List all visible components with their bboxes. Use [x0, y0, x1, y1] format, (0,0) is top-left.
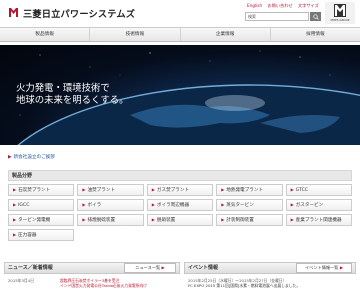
arrow-right-icon: ▶ [13, 217, 17, 222]
product-label: ガスタービン [295, 203, 324, 208]
product-label: タービン発電機 [18, 218, 51, 223]
product-fgd[interactable]: ▶ 排煙脱硫装置 [77, 214, 144, 226]
contact-link[interactable]: お問い合わせ [267, 3, 292, 8]
arrow-right-icon: ▶ [82, 187, 86, 192]
product-gtcc[interactable]: ▶ GTCC [285, 184, 352, 196]
product-control[interactable]: ▶ 計装制御装置 [216, 214, 283, 226]
arrow-right-icon: ▶ [151, 217, 155, 222]
product-label: GTCC [295, 188, 309, 193]
hero-banner[interactable]: 火力発電・環境技術で 地球の未来を明るくする。 [0, 45, 360, 145]
nav-company[interactable]: 企業情報 [181, 28, 271, 41]
product-pressure-vessel[interactable]: ▶ 圧力容器 [8, 229, 75, 241]
arrow-right-icon: ▶ [221, 202, 225, 207]
arrow-right-icon: ▶ [13, 187, 17, 192]
product-coal[interactable]: ▶ 石炭焚プラント [8, 184, 75, 196]
arrow-right-icon: ▶ [161, 265, 165, 270]
arrow-right-icon: ▶ [290, 217, 294, 222]
site-header: 三菱日立パワーシステムズ English お問い合わせ 文字サイズ 検索 MHP… [0, 0, 360, 26]
product-label: 圧力容器 [18, 233, 37, 238]
product-label: 蒸気タービン [226, 203, 254, 208]
group-logo-text: MHPS GROUP [330, 18, 350, 22]
product-label: 脱硝装置 [156, 218, 176, 223]
product-turbine-generator[interactable]: ▶ タービン発電機 [8, 214, 75, 226]
notice-link[interactable]: ▶ 新会社設立のご挨拶 [8, 154, 55, 160]
product-industrial[interactable]: ▶ 産業プラント関連機器 [285, 214, 352, 226]
events-list-label: イベント情報一覧 [304, 265, 339, 270]
product-label: 産業プラント関連機器 [295, 218, 342, 223]
event-text: FC EXPO 2015 第11回[国際]水素・燃料電池展へ出展しました。 [188, 283, 301, 288]
global-nav: 製品情報 技術情報 企業情報 採用情報 [0, 27, 360, 42]
arrow-right-icon: ▶ [221, 187, 225, 192]
search-button[interactable] [310, 12, 321, 21]
hero-line-2: 地球の未来を明るくする。 [16, 95, 129, 106]
event-item[interactable]: 2015年2月25日（水曜日）～2015年2月27日（金曜日） FC EXPO … [188, 278, 300, 288]
hero-line-1: 火力発電・環境技術で [16, 83, 110, 94]
product-label: ガス焚プラント [156, 188, 190, 193]
product-oil[interactable]: ▶ 油焚プラント [77, 184, 144, 196]
product-label: 油焚プラント [87, 188, 116, 193]
products-title: 製品分野 [12, 173, 33, 179]
events-title: イベント情報 [188, 265, 219, 271]
arrow-right-icon: ▶ [82, 217, 86, 222]
hero-tagline: 火力発電・環境技術で 地球の未来を明るくする。 [16, 83, 129, 107]
nav-products[interactable]: 製品情報 [0, 28, 91, 41]
arrow-right-icon: ▶ [82, 202, 86, 207]
product-label: 地熱発電プラント [226, 188, 264, 193]
product-geothermal[interactable]: ▶ 地熱発電プラント [216, 184, 283, 196]
product-label: ボイラ [87, 203, 102, 208]
utility-links: English お問い合わせ 文字サイズ [247, 3, 323, 9]
product-gas[interactable]: ▶ ガス焚プラント [146, 184, 214, 196]
search-input[interactable]: 検索 [245, 12, 309, 21]
news-date: 2015年3月4日 [8, 278, 34, 283]
events-list-button[interactable]: イベント情報一覧 ▶ [296, 263, 352, 273]
arrow-right-icon: ▶ [13, 202, 17, 207]
news-line-2: インド国営火力発電公社Tanda石炭火力発電所向け [60, 283, 148, 288]
product-label: 計装制御装置 [226, 218, 254, 223]
brand-name[interactable]: 三菱日立パワーシステムズ [23, 6, 135, 20]
news-list-button[interactable]: ニュース一覧 ▶ [124, 263, 176, 273]
product-label: IGCC [18, 203, 30, 208]
arrow-right-icon: ▶ [8, 155, 12, 160]
product-steam-turbine[interactable]: ▶ 蒸気タービン [216, 199, 283, 211]
news-item[interactable]: 2015年3月4日 [8, 278, 34, 283]
arrow-right-icon: ▶ [151, 187, 155, 192]
product-igcc[interactable]: ▶ IGCC [8, 199, 75, 211]
english-link[interactable]: English [247, 3, 262, 8]
news-list-label: ニュース一覧 [135, 265, 161, 270]
notice-text: 新会社設立のご挨拶 [13, 155, 55, 160]
arrow-right-icon: ▶ [290, 202, 294, 207]
product-denox[interactable]: ▶ 脱硝装置 [146, 214, 214, 226]
font-size-link[interactable]: 文字サイズ [298, 3, 319, 8]
arrow-right-icon: ▶ [151, 202, 155, 207]
product-boiler-aux[interactable]: ▶ ボイラ周辺機器 [146, 199, 214, 211]
nav-technology[interactable]: 技術情報 [90, 28, 181, 41]
search-icon [312, 13, 319, 20]
news-headline[interactable]: 超臨界圧石炭焚ボイラー3基を受注 インド国営火力発電公社Tanda石炭火力発電所… [60, 278, 147, 288]
product-label: 排煙脱硫装置 [87, 218, 116, 223]
arrow-right-icon: ▶ [290, 187, 294, 192]
arrow-right-icon: ▶ [339, 265, 344, 270]
product-label: ボイラ周辺機器 [156, 203, 190, 208]
products-header-bar [8, 170, 352, 181]
mhps-logo-icon[interactable] [8, 7, 19, 18]
product-boiler[interactable]: ▶ ボイラ [77, 199, 144, 211]
news-title: ニュース／新着情報 [8, 265, 53, 271]
products-grid: ▶ 石炭焚プラント ▶ 油焚プラント ▶ ガス焚プラント ▶ 地熱発電プラント ▶ GTC… [8, 184, 352, 241]
product-label: 石炭焚プラント [18, 188, 51, 193]
nav-recruit[interactable]: 採用情報 [271, 28, 360, 41]
arrow-right-icon: ▶ [13, 232, 17, 237]
product-gas-turbine[interactable]: ▶ ガスタービン [285, 199, 352, 211]
arrow-right-icon: ▶ [221, 217, 225, 222]
